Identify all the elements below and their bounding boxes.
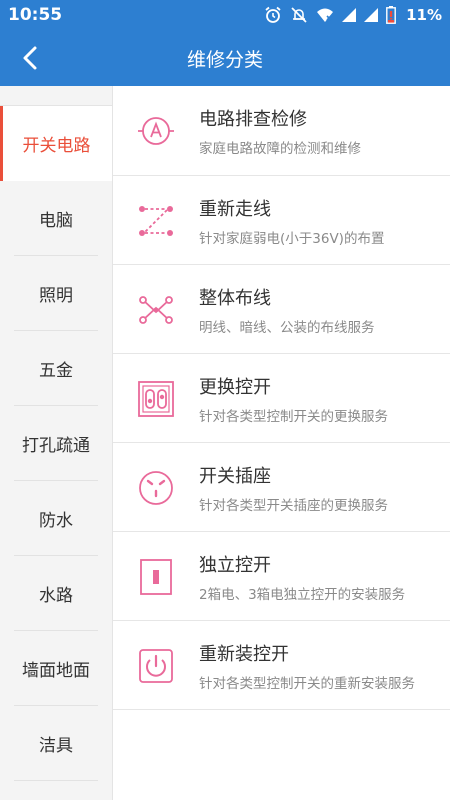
service-desc: 针对各类型控制开关的重新安装服务 <box>199 675 415 692</box>
sidebar-item-label: 水路 <box>39 586 73 606</box>
service-list: 电路排查检修 家庭电路故障的检测和维修 重新走线 针对家庭弱电(小于36V)的布… <box>113 86 450 800</box>
sidebar-top-spacer <box>0 86 112 106</box>
status-icons: 11% <box>264 6 442 24</box>
service-row-socket[interactable]: 开关插座 针对各类型开关插座的更换服务 <box>113 443 450 532</box>
switch-panel-icon <box>138 380 174 417</box>
sidebar-item-drilling[interactable]: 打孔疏通 <box>0 406 112 481</box>
signal-icon <box>342 8 357 22</box>
rewire-icon <box>139 205 173 236</box>
sidebar-item-label: 打孔疏通 <box>22 436 90 456</box>
service-row-overall-wiring[interactable]: 整体布线 明线、暗线、公装的布线服务 <box>113 265 450 354</box>
service-name: 整体布线 <box>199 287 271 309</box>
sidebar-item-plumbing[interactable]: 水路 <box>0 556 112 631</box>
sidebar-item-waterproof[interactable]: 防水 <box>0 481 112 556</box>
socket-icon <box>139 470 173 505</box>
service-row-rewiring[interactable]: 重新走线 针对家庭弱电(小于36V)的布置 <box>113 176 450 265</box>
sidebar-item-label: 洁具 <box>39 736 73 756</box>
sidebar-item-sanitary[interactable]: 洁具 <box>0 706 112 781</box>
sidebar-item-label: 开关电路 <box>22 136 91 156</box>
alarm-icon <box>264 6 282 24</box>
service-desc: 针对家庭弱电(小于36V)的布置 <box>199 230 385 247</box>
service-desc: 针对各类型控制开关的更换服务 <box>199 408 388 425</box>
sidebar-item-hardware[interactable]: 五金 <box>0 331 112 406</box>
sidebar-item-label: 防水 <box>39 511 73 531</box>
service-row-circuit-inspection[interactable]: 电路排查检修 家庭电路故障的检测和维修 <box>113 86 450 176</box>
sidebar-item-label: 照明 <box>39 286 73 306</box>
sidebar-item-switch-circuit[interactable]: 开关电路 <box>0 106 112 181</box>
battery-icon <box>386 6 396 24</box>
service-name: 重新装控开 <box>199 643 289 665</box>
page-title: 维修分类 <box>186 48 263 71</box>
service-name: 开关插座 <box>199 465 271 487</box>
chevron-left-icon <box>23 46 37 70</box>
service-desc: 明线、暗线、公装的布线服务 <box>199 319 375 336</box>
status-time: 10:55 <box>8 5 63 25</box>
power-switch-icon <box>139 648 173 683</box>
service-desc: 针对各类型开关插座的更换服务 <box>199 497 388 514</box>
sidebar-item-label: 墙面地面 <box>22 661 90 681</box>
status-bar: 10:55 11% <box>0 0 450 30</box>
app-bar: 维修分类 <box>0 30 450 86</box>
signal-icon <box>364 8 379 22</box>
single-switch-icon <box>140 558 172 595</box>
battery-percent: 11% <box>406 6 442 24</box>
service-desc: 2箱电、3箱电独立控开的安装服务 <box>199 586 406 603</box>
service-name: 重新走线 <box>199 198 271 220</box>
service-row-reinstall-switch[interactable]: 重新装控开 针对各类型控制开关的重新安装服务 <box>113 621 450 710</box>
sidebar-item-wall-floor[interactable]: 墙面地面 <box>0 631 112 706</box>
sidebar-item-computer[interactable]: 电脑 <box>0 181 112 256</box>
sidebar-item-lighting[interactable]: 照明 <box>0 256 112 331</box>
service-row-replace-switch[interactable]: 更换控开 针对各类型控制开关的更换服务 <box>113 354 450 443</box>
network-wiring-icon <box>139 295 173 324</box>
sidebar-item-label: 电脑 <box>39 211 73 231</box>
service-name: 电路排查检修 <box>199 109 307 130</box>
sidebar-item-label: 五金 <box>39 361 73 381</box>
back-button[interactable] <box>14 42 46 74</box>
mute-icon <box>290 6 308 24</box>
service-desc: 家庭电路故障的检测和维修 <box>199 141 361 157</box>
category-sidebar: 开关电路 电脑 照明 五金 打孔疏通 防水 水路 墙面地面 洁具 <box>0 86 113 800</box>
ammeter-icon <box>138 117 174 145</box>
service-name: 更换控开 <box>199 376 271 398</box>
service-name: 独立控开 <box>199 554 271 576</box>
service-row-independent-switch[interactable]: 独立控开 2箱电、3箱电独立控开的安装服务 <box>113 532 450 621</box>
wifi-icon <box>316 7 334 23</box>
